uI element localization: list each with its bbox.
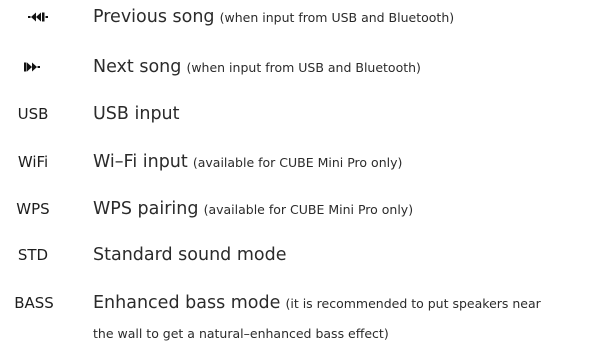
previous-track-icon — [0, 7, 76, 27]
legend-description: USB input — [93, 103, 616, 125]
legend-main-text: Wi–Fi input — [93, 152, 188, 172]
legend-main-text: Next song — [93, 57, 182, 77]
legend-description: Next song (when input from USB and Bluet… — [93, 56, 616, 78]
legend-note: (when input from USB and Bluetooth) — [186, 60, 421, 75]
indicator-label-std: STD — [17, 246, 49, 264]
indicator-label-bass: BASS — [14, 294, 54, 312]
legend-note: (available for CUBE Mini Pro only) — [203, 202, 414, 217]
legend-main-text: Standard sound mode — [93, 245, 287, 265]
indicator-label-wifi: WiFi — [17, 153, 49, 171]
legend-main-text: Enhanced bass mode — [93, 293, 281, 313]
legend-note: (it is recommended to put speakers near — [285, 296, 541, 311]
legend-main-text: USB input — [93, 104, 180, 124]
legend-description: Wi–Fi input (available for CUBE Mini Pro… — [93, 151, 616, 173]
next-track-icon — [0, 57, 70, 77]
legend-description: Enhanced bass mode (it is recommended to… — [93, 292, 616, 314]
legend-main-text: WPS pairing — [93, 199, 199, 219]
indicator-label-usb: USB — [17, 105, 49, 123]
legend-note-continuation: the wall to get a natural–enhanced bass … — [93, 326, 389, 341]
legend-description: WPS pairing (available for CUBE Mini Pro… — [93, 198, 616, 220]
indicator-label-wps: WPS — [16, 200, 50, 218]
legend-description: Standard sound mode — [93, 244, 616, 266]
legend-note: (when input from USB and Bluetooth) — [219, 10, 455, 25]
legend-note: (available for CUBE Mini Pro only) — [192, 155, 403, 170]
legend-description: Previous song (when input from USB and B… — [93, 6, 616, 28]
legend-main-text: Previous song — [93, 7, 215, 27]
